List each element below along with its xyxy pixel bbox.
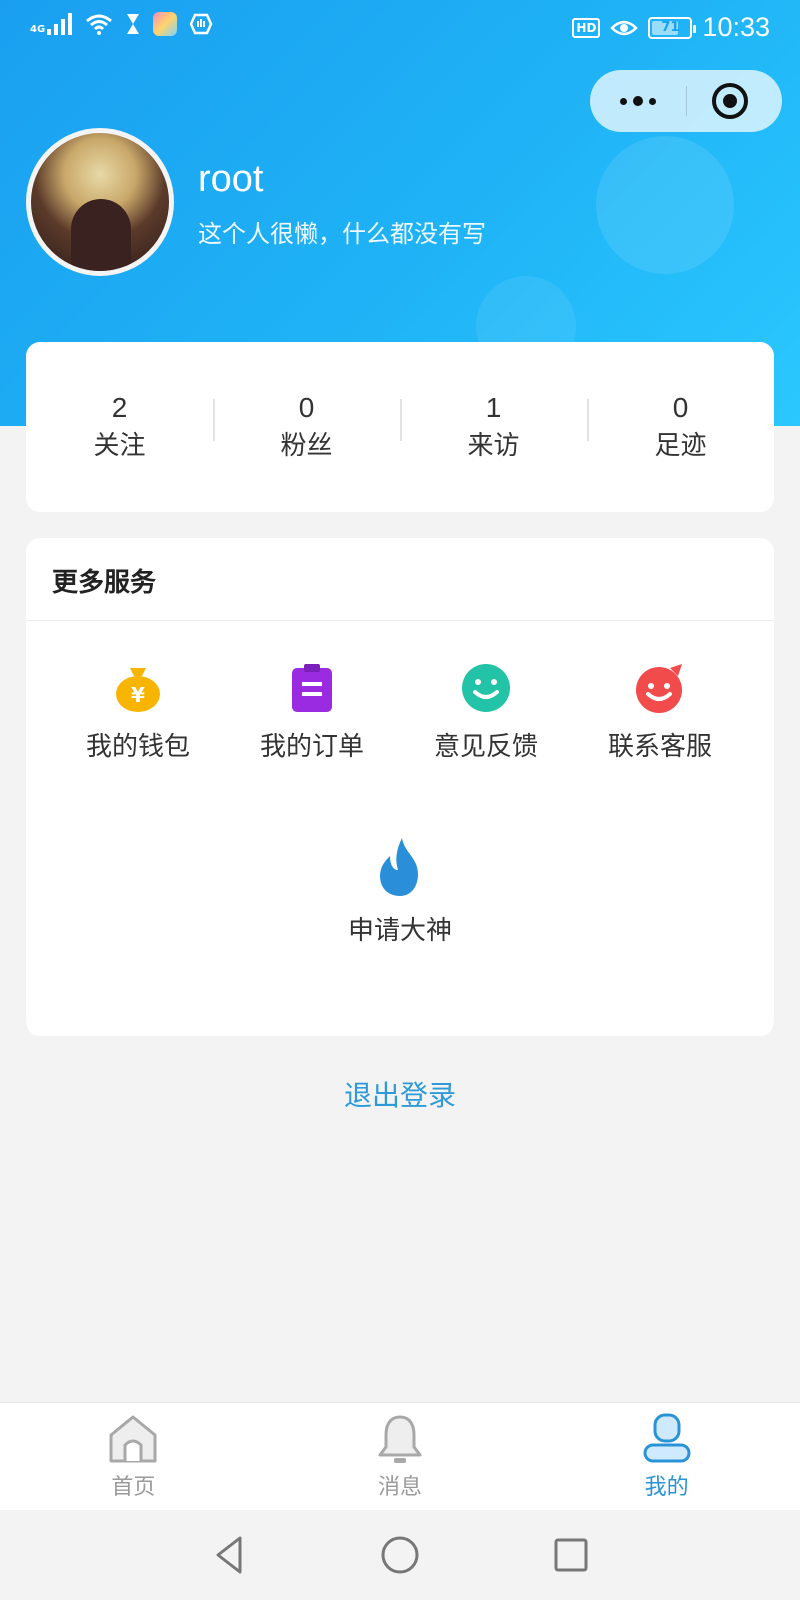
stat-label: 关注 <box>93 431 146 461</box>
stat-value: 0 <box>298 392 315 423</box>
close-miniprogram-button[interactable] <box>712 83 748 119</box>
stats-card: 2 关注 0 粉丝 1 来访 0 足迹 <box>26 342 774 512</box>
flame-icon <box>374 838 426 898</box>
service-customer-support[interactable]: 联系客服 <box>580 662 740 763</box>
svg-text:¥: ¥ <box>131 683 145 707</box>
battery-level: 71 <box>661 19 680 35</box>
hand-icon <box>189 13 213 35</box>
logout-button[interactable]: 退出登录 <box>0 1074 800 1114</box>
hourglass-icon <box>127 14 140 34</box>
smiley-icon <box>460 662 512 714</box>
eye-icon <box>610 20 639 35</box>
tab-label: 消息 <box>378 1475 423 1500</box>
service-orders[interactable]: 我的订单 <box>232 662 392 763</box>
user-icon <box>639 1411 695 1467</box>
service-label: 我的钱包 <box>85 732 190 762</box>
service-feedback[interactable]: 意见反馈 <box>406 662 566 763</box>
network-type: 4G <box>30 24 46 35</box>
more-dot <box>633 96 643 106</box>
user-bio: 这个人很懒，什么都没有写 <box>198 220 486 248</box>
service-label: 联系客服 <box>607 732 712 762</box>
service-wallet[interactable]: ¥ 我的钱包 <box>58 662 218 763</box>
smiley-bubble-icon <box>634 662 686 714</box>
home-nav-button[interactable] <box>377 1532 423 1578</box>
stat-value: 2 <box>111 392 128 423</box>
clock: 10:33 <box>702 12 770 42</box>
clipboard-icon <box>286 662 338 714</box>
home-icon <box>105 1411 161 1467</box>
system-nav-bar <box>0 1510 800 1600</box>
more-menu-button[interactable] <box>590 70 686 132</box>
home-circle-icon <box>381 1536 419 1574</box>
tab-messages[interactable]: 消息 <box>267 1403 534 1510</box>
stat-following[interactable]: 2 关注 <box>26 389 213 465</box>
stat-label: 足迹 <box>654 431 707 461</box>
more-dot <box>649 97 656 105</box>
decorative-bubble <box>596 136 734 274</box>
tab-label: 我的 <box>644 1475 689 1500</box>
back-triangle-icon <box>216 1536 242 1574</box>
tab-bar: 首页 消息 我的 <box>0 1402 800 1510</box>
stat-value: 0 <box>672 392 689 423</box>
tab-home[interactable]: 首页 <box>0 1403 267 1510</box>
username: root <box>198 158 264 200</box>
service-label: 我的订单 <box>259 732 364 762</box>
hd-badge: HD <box>572 17 601 38</box>
tab-mine[interactable]: 我的 <box>533 1403 800 1510</box>
back-button[interactable] <box>206 1532 252 1578</box>
money-bag-icon: ¥ <box>112 662 164 714</box>
capsule-divider <box>686 86 687 116</box>
bell-icon <box>372 1411 428 1467</box>
tab-label: 首页 <box>111 1475 156 1500</box>
battery-indicator: 71 <box>648 16 697 39</box>
services-title: 更多服务 <box>52 568 157 598</box>
status-bar: 4G HD 71 10:33 <box>0 0 800 56</box>
more-dot <box>620 97 627 105</box>
stat-fans[interactable]: 0 粉丝 <box>213 389 400 465</box>
signal-icon: 4G <box>30 13 73 35</box>
stat-label: 粉丝 <box>280 431 333 461</box>
stat-value: 1 <box>485 392 502 423</box>
recents-square-icon <box>554 1538 588 1572</box>
miniprogram-capsule <box>590 70 782 132</box>
service-apply-master[interactable]: 申请大神 <box>320 838 480 947</box>
wifi-icon <box>86 14 113 35</box>
avatar[interactable] <box>26 128 174 276</box>
service-label: 意见反馈 <box>433 732 538 762</box>
services-divider <box>26 620 774 621</box>
app-notification-icon <box>153 12 178 36</box>
recents-button[interactable] <box>548 1532 594 1578</box>
stat-footprints[interactable]: 0 足迹 <box>587 389 774 465</box>
service-label: 申请大神 <box>347 916 452 946</box>
services-card <box>26 538 774 1036</box>
stat-label: 来访 <box>467 431 520 461</box>
stat-visitors[interactable]: 1 来访 <box>400 389 587 465</box>
